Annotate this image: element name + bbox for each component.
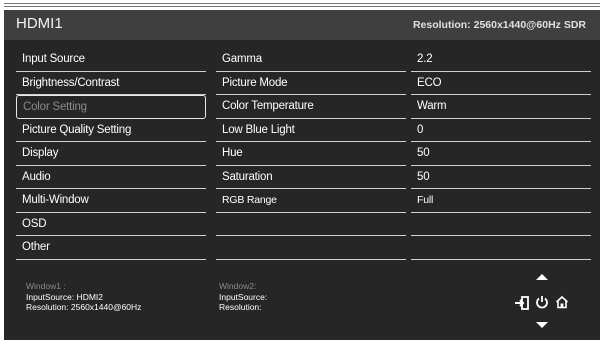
submenu: Gamma Picture Mode Color Temperature Low…: [216, 48, 406, 260]
menu-item-picture-quality-setting[interactable]: Picture Quality Setting: [16, 119, 206, 142]
submenu-item-empty: [216, 213, 406, 236]
submenu-item-picture-mode[interactable]: Picture Mode: [216, 72, 406, 95]
submenu-item-low-blue-light[interactable]: Low Blue Light: [216, 119, 406, 142]
submenu-item-gamma[interactable]: Gamma: [216, 48, 406, 72]
menu-item-other[interactable]: Other: [16, 236, 206, 260]
osd-header: HDMI1 Resolution: 2560x1440@60Hz SDR: [4, 10, 600, 40]
window1-resolution: Resolution: 2560x1440@60Hz: [26, 302, 142, 312]
control-pad: [514, 274, 574, 334]
value-saturation: 50: [411, 166, 591, 189]
window2-info: Window2: InputSource: Resolution:: [219, 281, 267, 313]
menu-item-multi-window[interactable]: Multi-Window: [16, 189, 206, 213]
power-icon[interactable]: [535, 295, 549, 314]
value-rgb-range: Full: [411, 189, 591, 213]
submenu-item-empty: [216, 236, 406, 260]
value-empty: [411, 213, 591, 236]
submenu-item-saturation[interactable]: Saturation: [216, 166, 406, 189]
value-picture-mode: ECO: [411, 72, 591, 95]
osd-menu: HDMI1 Resolution: 2560x1440@60Hz SDR Inp…: [4, 10, 600, 340]
value-color-temperature: Warm: [411, 95, 591, 119]
menu-item-brightness-contrast[interactable]: Brightness/Contrast: [16, 72, 206, 95]
value-low-blue-light: 0: [411, 119, 591, 142]
window1-info: Window1 : InputSource: HDMI2 Resolution:…: [26, 281, 141, 313]
window2-title: Window2:: [219, 281, 257, 291]
value-hue: 50: [411, 142, 591, 166]
resolution-status: Resolution: 2560x1440@60Hz SDR: [412, 19, 586, 31]
triangle-up-icon[interactable]: [536, 274, 548, 280]
window1-input-source: InputSource: HDMI2: [26, 291, 104, 302]
menu-item-input-source[interactable]: Input Source: [16, 48, 206, 72]
main-menu: Input Source Brightness/Contrast Color S…: [16, 48, 206, 260]
submenu-item-hue[interactable]: Hue: [216, 142, 406, 166]
menu-item-color-setting[interactable]: Color Setting: [16, 95, 206, 119]
frame-line-top: [4, 3, 600, 4]
input-source-icon[interactable]: [514, 296, 530, 313]
menu-item-osd[interactable]: OSD: [16, 213, 206, 236]
input-title: HDMI1: [16, 15, 63, 32]
frame-line-bottom: [4, 6, 600, 7]
menu-item-display[interactable]: Display: [16, 142, 206, 166]
value-empty: [411, 236, 591, 260]
value-column: 2.2 ECO Warm 0 50 50 Full: [411, 48, 591, 260]
window2-resolution: Resolution:: [219, 302, 262, 312]
triangle-down-icon[interactable]: [536, 322, 548, 328]
value-gamma: 2.2: [411, 48, 591, 72]
menu-item-audio[interactable]: Audio: [16, 166, 206, 189]
window1-title: Window1 :: [26, 281, 66, 291]
home-icon[interactable]: [555, 295, 569, 314]
window2-input-source: InputSource:: [219, 291, 268, 302]
submenu-item-rgb-range[interactable]: RGB Range: [216, 189, 406, 213]
submenu-item-color-temperature[interactable]: Color Temperature: [216, 95, 406, 119]
